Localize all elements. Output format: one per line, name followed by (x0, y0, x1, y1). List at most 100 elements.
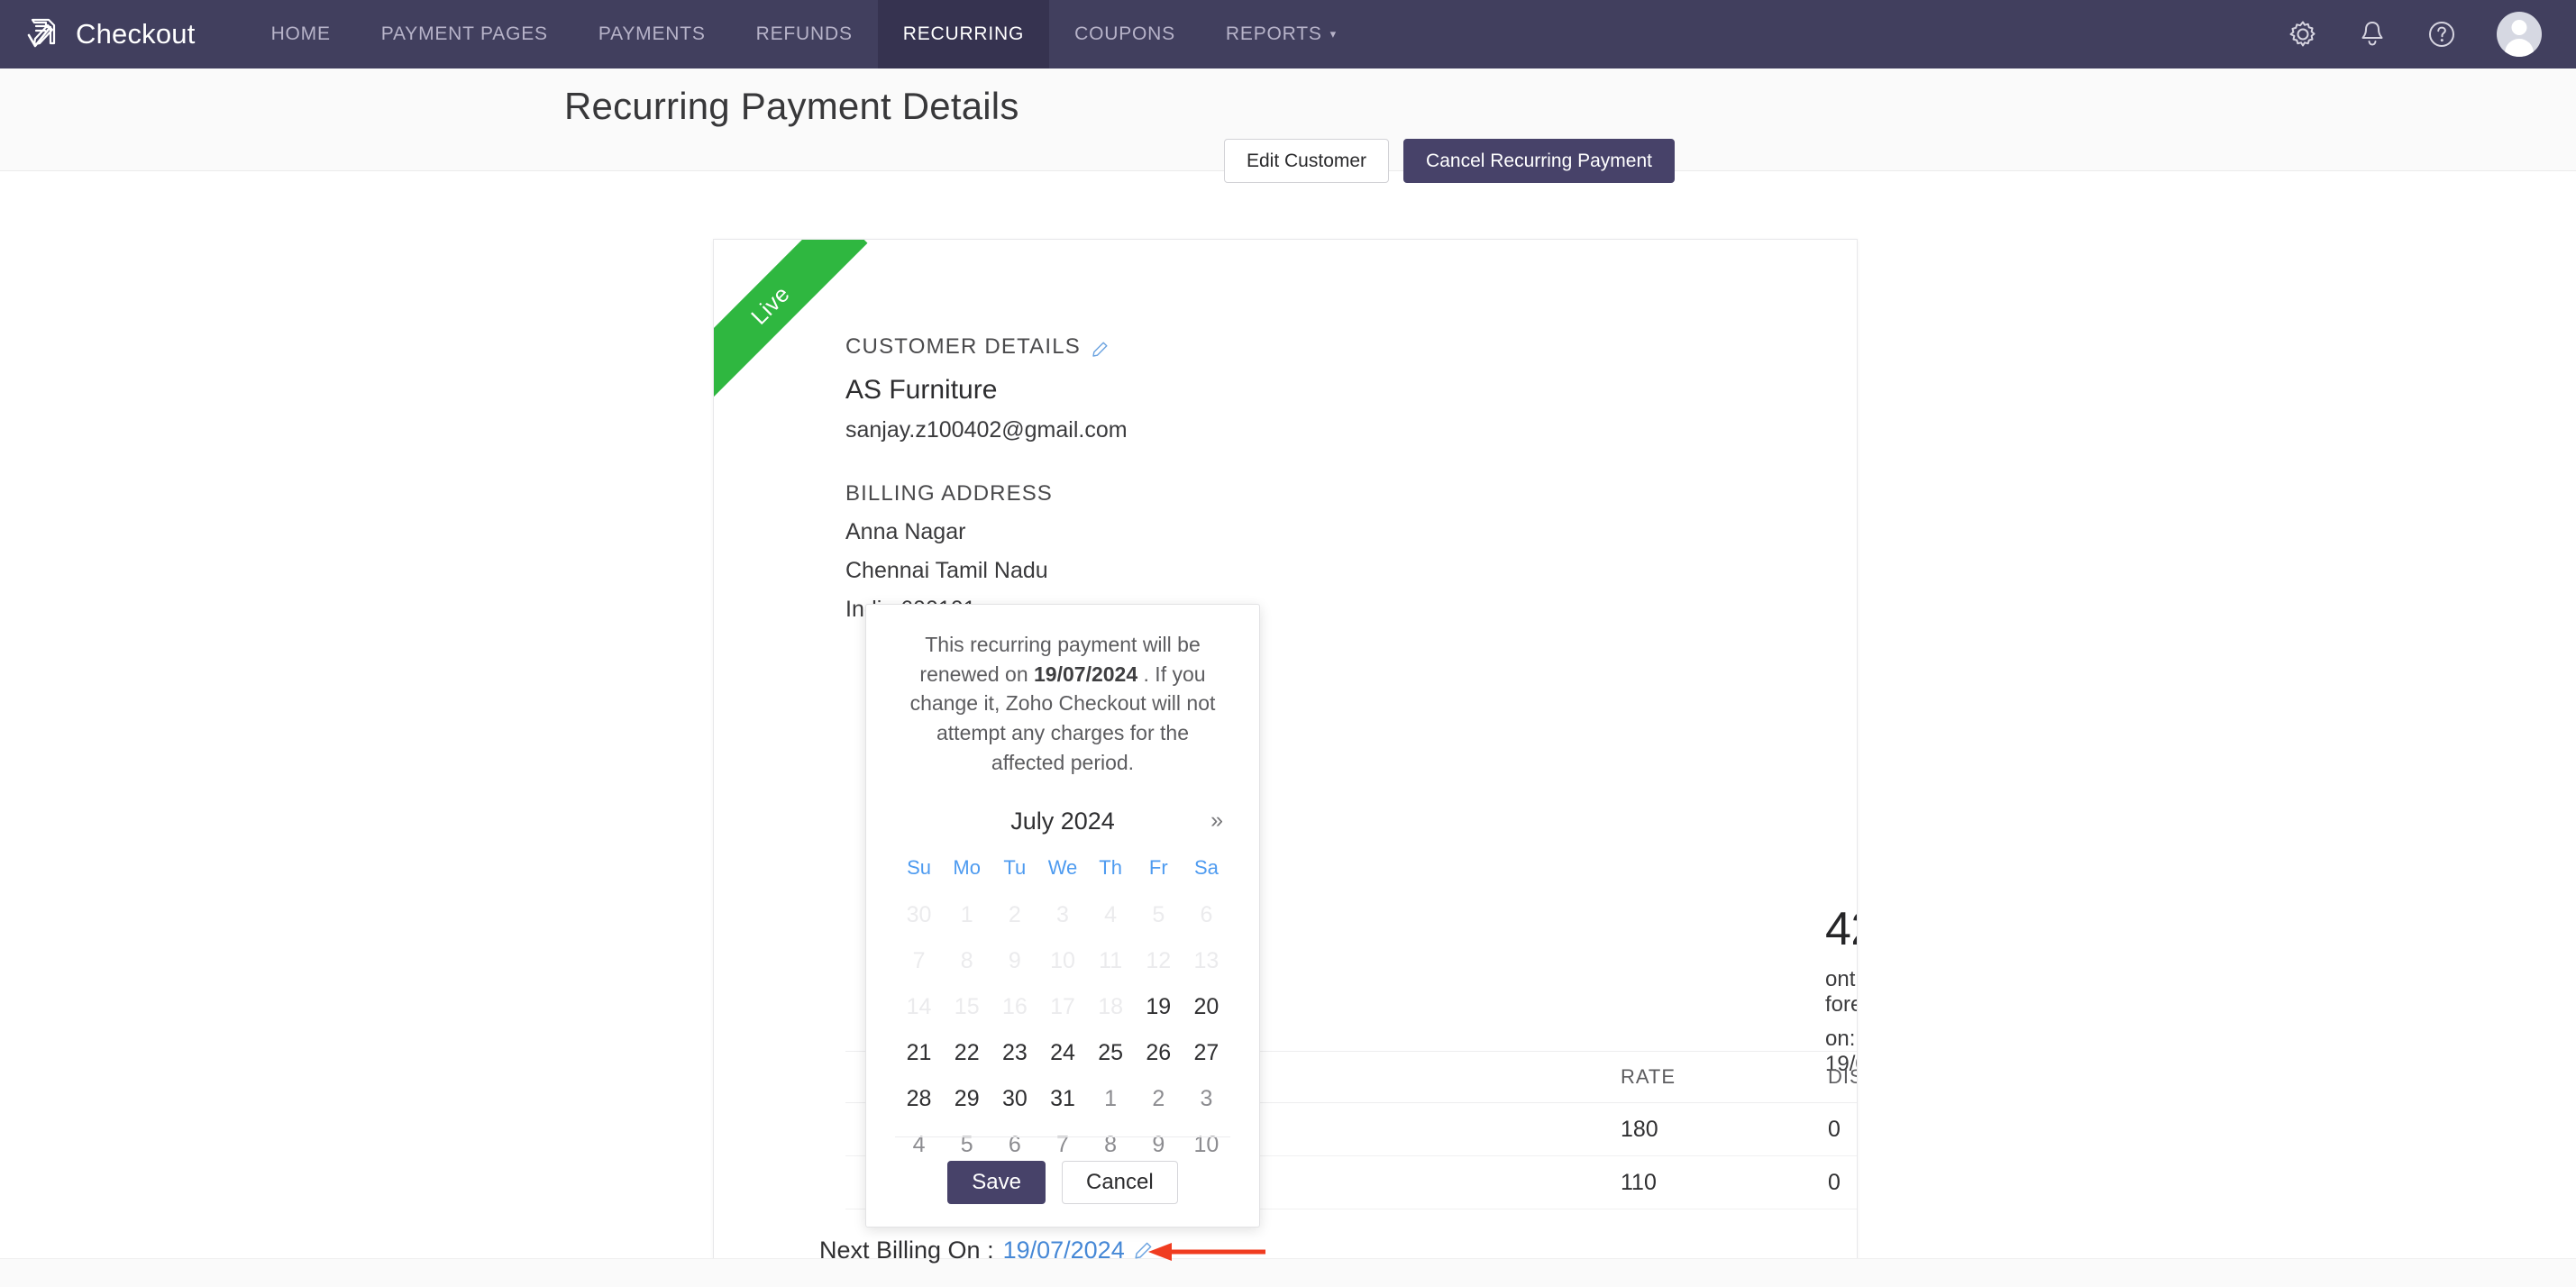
edit-customer-button[interactable]: Edit Customer (1224, 139, 1389, 183)
avatar[interactable] (2497, 12, 2542, 57)
calendar-day[interactable]: 25 (1087, 1030, 1135, 1076)
calendar-day[interactable]: 2 (1135, 1076, 1183, 1122)
calendar-day: 2 (991, 892, 1038, 938)
bell-icon[interactable] (2358, 19, 2387, 50)
brand-name: Checkout (76, 18, 196, 50)
calendar-day: 7 (895, 938, 943, 984)
next-billing-label: Next Billing On : (819, 1237, 994, 1264)
customer-details-label: CUSTOMER DETAILS (845, 334, 1128, 360)
next-billing-row: Next Billing On : 19/07/2024 (819, 1237, 1153, 1264)
calendar-day[interactable]: 23 (991, 1030, 1038, 1076)
calendar-day: 9 (991, 938, 1038, 984)
calendar-grid: Su Mo Tu We Th Fr Sa 30 1 2 3 4 5 6 7 8 … (895, 849, 1230, 1168)
date-picker-note: This recurring payment will be renewed o… (866, 605, 1259, 777)
calendar-day: 6 (1183, 892, 1230, 938)
annotation-arrow-icon (1146, 1242, 1265, 1262)
calendar-day[interactable]: 27 (1183, 1030, 1230, 1076)
billing-address-label: BILLING ADDRESS (845, 481, 1128, 507)
calendar-dow: Tu (991, 849, 1038, 892)
customer-details-title: CUSTOMER DETAILS (845, 334, 1081, 360)
calendar-dow: Fr (1135, 849, 1183, 892)
nav-item-coupons[interactable]: COUPONS (1049, 0, 1201, 68)
page-title: Recurring Payment Details (564, 85, 1019, 128)
calendar-day[interactable]: 31 (1038, 1076, 1086, 1122)
bottom-strip (0, 1258, 2576, 1287)
nav-item-home[interactable]: HOME (246, 0, 356, 68)
calendar-dow: Th (1087, 849, 1135, 892)
nav-item-reports[interactable]: REPORTS ▾ (1201, 0, 1362, 68)
column-header-rate: RATE (1621, 1065, 1828, 1089)
cell-discount: 0 (1828, 1170, 1858, 1196)
chevron-right-icon[interactable]: » (1210, 808, 1223, 834)
calendar-dow: We (1038, 849, 1086, 892)
customer-name: AS Furniture (845, 375, 1128, 406)
calendar-day: 18 (1087, 984, 1135, 1030)
calendar-day: 16 (991, 984, 1038, 1030)
calendar-day[interactable]: 3 (1183, 1076, 1230, 1122)
calendar-day: 1 (943, 892, 991, 938)
document-check-icon (23, 15, 61, 53)
customer-details-block: CUSTOMER DETAILS AS Furniture sanjay.z10… (845, 334, 1128, 623)
cancel-button[interactable]: Cancel (1062, 1161, 1178, 1204)
cell-rate: 110 (1621, 1170, 1828, 1196)
calendar-dow: Mo (943, 849, 991, 892)
calendar-day: 10 (1038, 938, 1086, 984)
calendar-day[interactable]: 21 (895, 1030, 943, 1076)
nav-item-label: PAYMENT PAGES (381, 23, 548, 45)
nav-item-label: RECURRING (903, 23, 1024, 45)
calendar-dow: Su (895, 849, 943, 892)
customer-email: sanjay.z100402@gmail.com (845, 417, 1128, 443)
calendar-month-label: July 2024 (1010, 808, 1115, 835)
nav-right-icons (2288, 0, 2576, 68)
top-navbar: Checkout HOME PAYMENT PAGES PAYMENTS REF… (0, 0, 2576, 68)
calendar-day[interactable]: 30 (991, 1076, 1038, 1122)
billing-address-line: Chennai Tamil Nadu (845, 558, 1128, 584)
calendar-day[interactable]: 29 (943, 1076, 991, 1122)
save-button[interactable]: Save (947, 1161, 1046, 1204)
calendar-day: 4 (1087, 892, 1135, 938)
date-picker-footer: Save Cancel (895, 1136, 1230, 1227)
pencil-icon[interactable] (1092, 339, 1109, 356)
gear-icon[interactable] (2288, 19, 2318, 50)
calendar-day: 17 (1038, 984, 1086, 1030)
calendar-day[interactable]: 20 (1183, 984, 1230, 1030)
nav-item-refunds[interactable]: REFUNDS (731, 0, 878, 68)
calendar-day[interactable]: 22 (943, 1030, 991, 1076)
calendar-day: 30 (895, 892, 943, 938)
nav-item-recurring[interactable]: RECURRING (878, 0, 1049, 68)
calendar-day: 12 (1135, 938, 1183, 984)
nav-item-payment-pages[interactable]: PAYMENT PAGES (356, 0, 573, 68)
cancel-recurring-payment-button[interactable]: Cancel Recurring Payment (1403, 139, 1675, 183)
amount-cycle: onth(s) forever (1825, 967, 1858, 1018)
next-billing-date[interactable]: 19/07/2024 (1003, 1237, 1125, 1264)
nav-links: HOME PAYMENT PAGES PAYMENTS REFUNDS RECU… (246, 0, 1362, 68)
calendar-day: 13 (1183, 938, 1230, 984)
billing-address-line: Anna Nagar (845, 519, 1128, 545)
calendar-day: 8 (943, 938, 991, 984)
calendar-day: 15 (943, 984, 991, 1030)
cell-discount: 0 (1828, 1117, 1858, 1143)
calendar-day: 14 (895, 984, 943, 1030)
nav-item-label: HOME (271, 23, 331, 45)
help-icon[interactable] (2426, 19, 2457, 50)
nav-item-label: REPORTS (1226, 23, 1322, 45)
calendar-header: July 2024 » (866, 802, 1259, 840)
calendar-day[interactable]: 26 (1135, 1030, 1183, 1076)
nav-item-label: COUPONS (1074, 23, 1175, 45)
amount-value: 42.20 (1825, 902, 1858, 956)
calendar-day[interactable]: 28 (895, 1076, 943, 1122)
nav-item-payments[interactable]: PAYMENTS (573, 0, 731, 68)
calendar-day: 3 (1038, 892, 1086, 938)
calendar-day[interactable]: 24 (1038, 1030, 1086, 1076)
nav-item-label: PAYMENTS (598, 23, 706, 45)
calendar-dow: Sa (1183, 849, 1230, 892)
note-date: 19/07/2024 (1034, 662, 1137, 686)
calendar-day: 5 (1135, 892, 1183, 938)
nav-item-label: REFUNDS (756, 23, 853, 45)
cell-rate: 180 (1621, 1117, 1828, 1143)
calendar-day[interactable]: 1 (1087, 1076, 1135, 1122)
calendar-day[interactable]: 19 (1135, 984, 1183, 1030)
brand[interactable]: Checkout (0, 0, 219, 68)
date-picker-popup: This recurring payment will be renewed o… (865, 604, 1260, 1228)
page-header: Recurring Payment Details Edit Customer … (0, 68, 2576, 171)
